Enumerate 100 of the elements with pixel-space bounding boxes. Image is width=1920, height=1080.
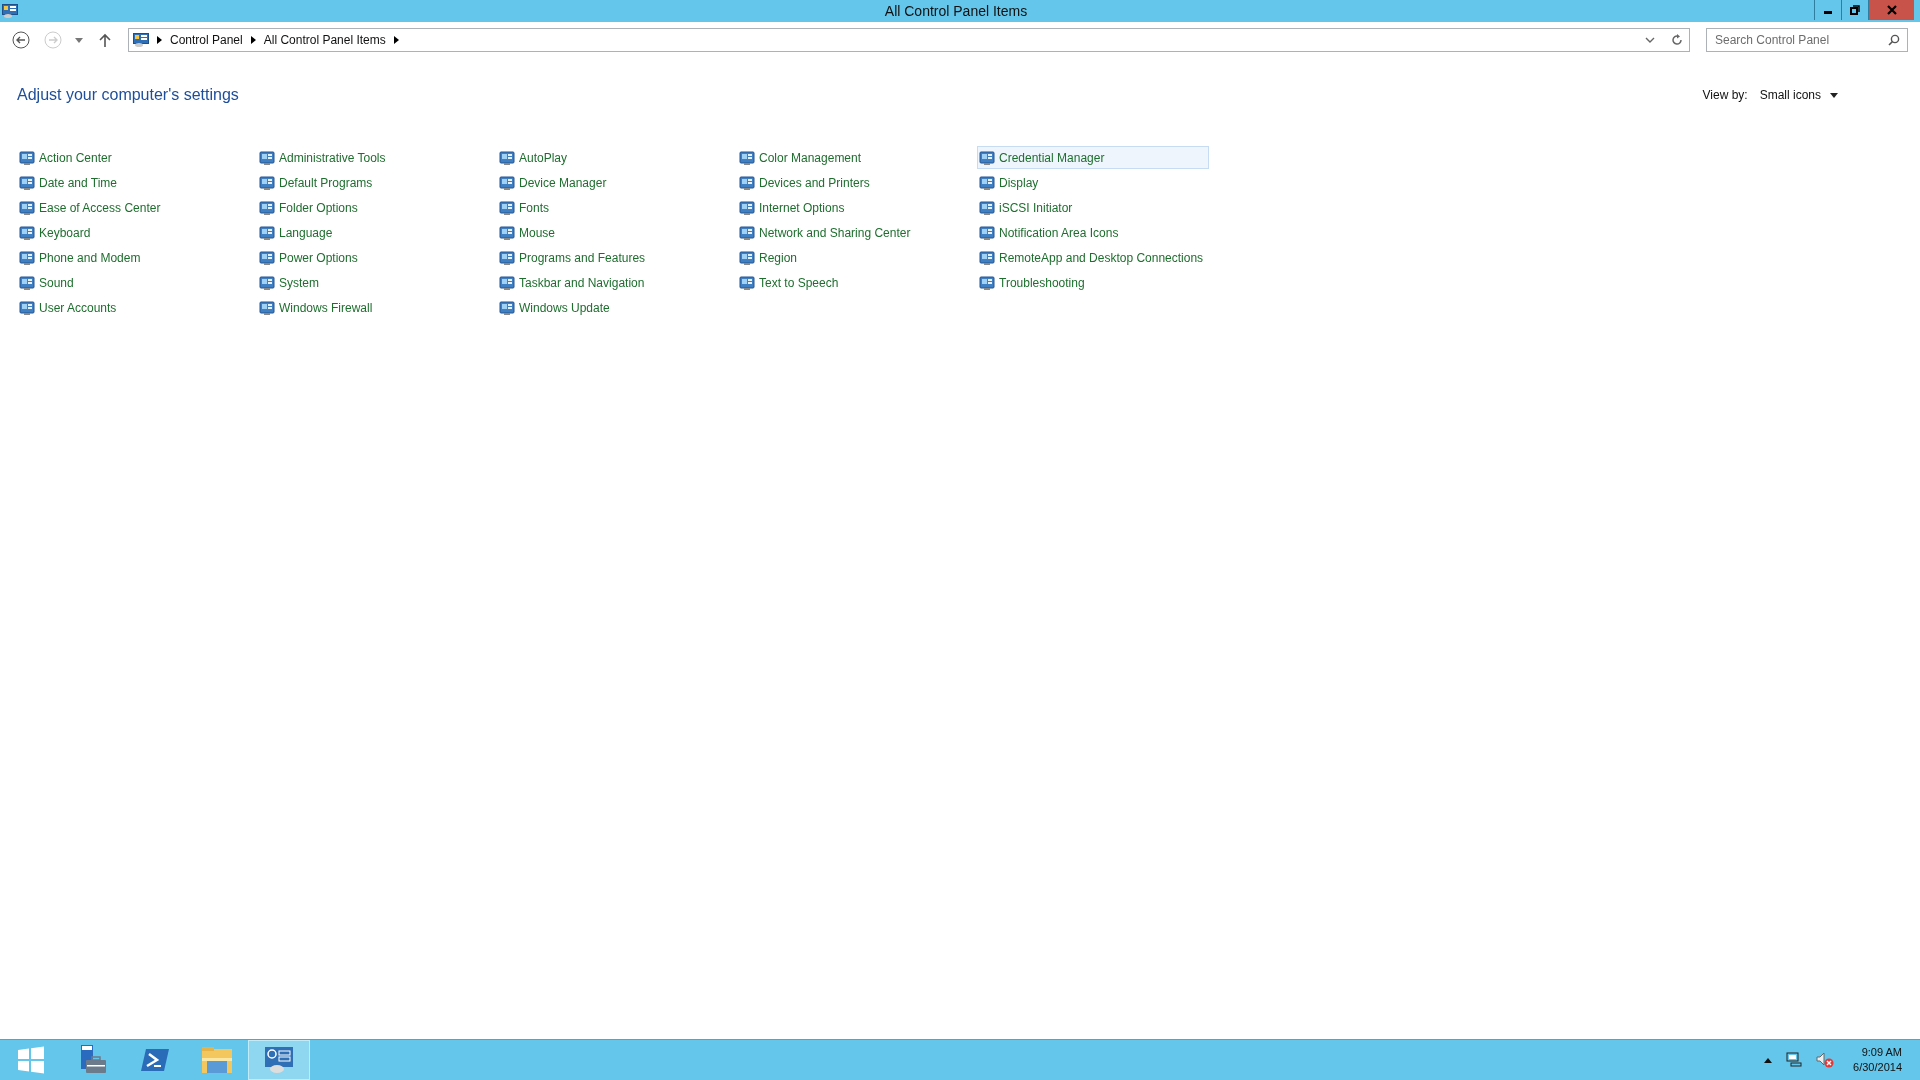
applet-icon	[979, 149, 995, 166]
search-field[interactable]: Search Control Panel	[1706, 28, 1908, 52]
restore-icon	[1850, 5, 1860, 15]
control-panel-item[interactable]: Fonts	[497, 196, 729, 219]
control-panel-item[interactable]: Devices and Printers	[737, 171, 969, 194]
control-panel-item[interactable]: Programs and Features	[497, 246, 729, 269]
applet-icon	[499, 249, 515, 266]
control-panel-item[interactable]: Language	[257, 221, 489, 244]
control-panel-icon	[264, 1046, 294, 1074]
control-panel-item[interactable]: Default Programs	[257, 171, 489, 194]
control-panel-icon	[2, 4, 18, 18]
applet-icon	[499, 274, 515, 291]
control-panel-item[interactable]: Windows Update	[497, 296, 729, 319]
control-panel-item[interactable]: Credential Manager	[977, 146, 1209, 169]
view-by-label: View by:	[1702, 88, 1748, 102]
control-panel-item[interactable]: Windows Firewall	[257, 296, 489, 319]
applet-icon	[19, 149, 35, 166]
applet-icon	[979, 174, 995, 191]
control-panel-item[interactable]: Date and Time	[17, 171, 249, 194]
applet-icon	[259, 299, 275, 316]
address-bar[interactable]: Control Panel All Control Panel Items	[128, 28, 1690, 52]
control-panel-item[interactable]: Display	[977, 171, 1209, 194]
view-by-dropdown[interactable]: Small icons	[1759, 88, 1838, 102]
applet-icon	[19, 199, 35, 216]
show-hidden-icons-arrow-icon[interactable]	[1764, 1057, 1773, 1063]
applet-icon	[499, 199, 515, 216]
control-panel-item[interactable]: Power Options	[257, 246, 489, 269]
applet-icon	[259, 224, 275, 241]
control-panel-item[interactable]: Sound	[17, 271, 249, 294]
control-panel-item[interactable]: Network and Sharing Center	[737, 221, 969, 244]
clock[interactable]: 9:09 AM 6/30/2014	[1853, 1045, 1902, 1075]
folder-icon	[201, 1046, 233, 1074]
control-panel-item[interactable]: Device Manager	[497, 171, 729, 194]
chevron-icon	[393, 36, 399, 44]
applet-icon	[979, 274, 995, 291]
breadcrumb[interactable]: All Control Panel Items	[263, 33, 386, 47]
control-panel-item[interactable]: Keyboard	[17, 221, 249, 244]
applet-icon	[739, 224, 755, 241]
applet-icon	[739, 199, 755, 216]
control-panel-taskbar-button[interactable]	[248, 1040, 310, 1080]
page-heading: Adjust your computer's settings	[17, 86, 239, 104]
control-panel-item[interactable]: Folder Options	[257, 196, 489, 219]
applet-icon	[979, 199, 995, 216]
applet-icon	[499, 224, 515, 241]
control-panel-item[interactable]: RemoteApp and Desktop Connections	[977, 246, 1209, 269]
terminal-prompt-icon	[140, 1047, 170, 1073]
applet-icon	[499, 299, 515, 316]
control-panel-item[interactable]: Phone and Modem	[17, 246, 249, 269]
control-panel-item[interactable]: System	[257, 271, 489, 294]
speaker-muted-icon[interactable]	[1816, 1052, 1835, 1068]
applet-icon	[259, 174, 275, 191]
control-panel-item[interactable]: Ease of Access Center	[17, 196, 249, 219]
control-panel-item[interactable]: User Accounts	[17, 296, 249, 319]
applet-icon	[259, 149, 275, 166]
chevron-icon	[250, 36, 256, 44]
applet-icon	[739, 249, 755, 266]
dropdown-chevron-icon[interactable]	[1645, 36, 1655, 44]
applet-icon	[19, 274, 35, 291]
control-panel-item[interactable]: Text to Speech	[737, 271, 969, 294]
breadcrumb[interactable]: Control Panel	[170, 33, 243, 47]
window-title: All Control Panel Items	[883, 3, 1028, 19]
applet-icon	[739, 149, 755, 166]
applet-icon	[979, 224, 995, 241]
server-briefcase-icon	[78, 1045, 108, 1075]
control-panel-item[interactable]: AutoPlay	[497, 146, 729, 169]
applet-icon	[739, 274, 755, 291]
close-icon	[1886, 5, 1897, 15]
control-panel-item[interactable]: Region	[737, 246, 969, 269]
network-computer-icon[interactable]	[1786, 1052, 1803, 1068]
caret-icon	[75, 37, 83, 43]
applet-icon	[499, 174, 515, 191]
applet-icon	[19, 224, 35, 241]
close-button[interactable]	[1868, 0, 1914, 20]
recent-dropdown-button[interactable]	[72, 35, 86, 45]
applet-icon	[499, 149, 515, 166]
control-panel-item[interactable]: Mouse	[497, 221, 729, 244]
control-panel-item[interactable]: Internet Options	[737, 196, 969, 219]
control-panel-item[interactable]: Color Management	[737, 146, 969, 169]
control-panel-item[interactable]: Troubleshooting	[977, 271, 1209, 294]
up-arrow-icon	[99, 33, 111, 47]
applet-icon	[259, 274, 275, 291]
control-panel-item[interactable]: Action Center	[17, 146, 249, 169]
clock-time: 9:09 AM	[1861, 1045, 1902, 1060]
search-icon	[1888, 34, 1900, 46]
caret-icon	[1830, 92, 1838, 98]
control-panel-item[interactable]: Administrative Tools	[257, 146, 489, 169]
applet-icon	[19, 299, 35, 316]
control-panel-item[interactable]: Taskbar and Navigation	[497, 271, 729, 294]
applet-icon	[19, 249, 35, 266]
applet-icon	[19, 174, 35, 191]
refresh-icon[interactable]	[1671, 34, 1683, 46]
control-panel-icon	[133, 33, 149, 47]
applet-icon	[739, 174, 755, 191]
applet-icon	[979, 249, 995, 266]
control-panel-item[interactable]: Notification Area Icons	[977, 221, 1209, 244]
clock-date: 6/30/2014	[1853, 1060, 1902, 1075]
chevron-icon	[157, 36, 162, 44]
windows-logo-icon	[17, 1046, 45, 1074]
control-panel-item[interactable]: iSCSI Initiator	[977, 196, 1209, 219]
applet-icon	[259, 249, 275, 266]
